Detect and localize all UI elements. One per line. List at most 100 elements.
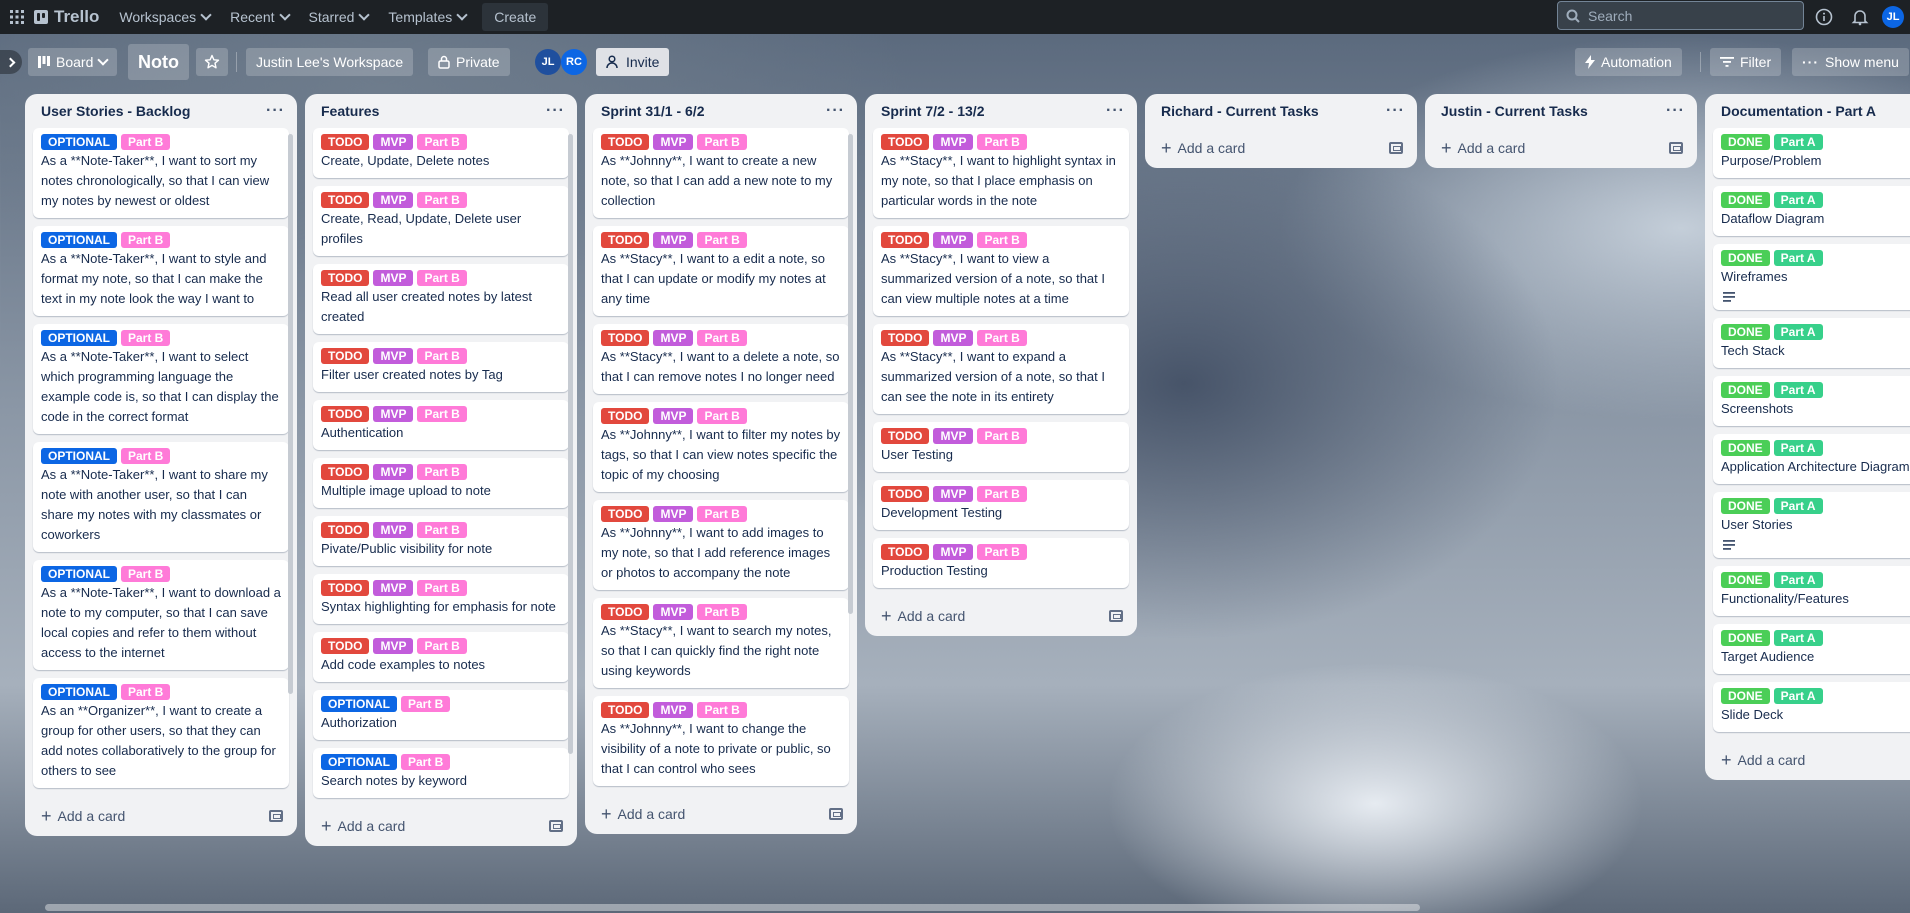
card[interactable]: TODO MVP Part B Read all user created notes… xyxy=(313,264,569,334)
label-part-b[interactable]: Part B xyxy=(121,232,171,248)
label-part-b[interactable]: Part B xyxy=(697,232,747,248)
card[interactable]: TODO MVP Part B As **Stacy**, I want to hig… xyxy=(873,128,1129,218)
add-card-button[interactable]: + Add a card xyxy=(321,817,405,835)
label-optional[interactable]: OPTIONAL xyxy=(41,232,117,248)
card[interactable]: TODO MVP Part B Add code examples to notes xyxy=(313,632,569,682)
list-actions-icon[interactable]: ··· xyxy=(266,102,285,120)
card[interactable]: OPTIONAL Part B Authorization xyxy=(313,690,569,740)
search-input[interactable]: Search xyxy=(1557,1,1804,30)
label-mvp[interactable]: MVP xyxy=(933,544,974,560)
list-title[interactable]: Sprint 31/1 - 6/2 xyxy=(601,103,704,119)
label-optional[interactable]: OPTIONAL xyxy=(41,330,117,346)
invite-button[interactable]: Invite xyxy=(596,48,670,76)
label-todo[interactable]: TODO xyxy=(601,506,650,522)
card[interactable]: TODO MVP Part B Development Testing xyxy=(873,480,1129,530)
card[interactable]: TODO MVP Part B Authentication xyxy=(313,400,569,450)
add-card-button[interactable]: + Add a card xyxy=(41,807,125,825)
label-part-b[interactable]: Part B xyxy=(697,702,747,718)
label-part-a[interactable]: Part A xyxy=(1773,192,1823,208)
workspace-button[interactable]: Justin Lee's Workspace xyxy=(246,48,414,76)
label-part-a[interactable]: Part A xyxy=(1773,382,1823,398)
label-todo[interactable]: TODO xyxy=(601,408,650,424)
list-title[interactable]: Documentation - Part A xyxy=(1721,103,1876,119)
card[interactable]: DONE Part A Screenshots xyxy=(1713,376,1910,426)
label-part-b[interactable]: Part B xyxy=(401,754,451,770)
label-todo[interactable]: TODO xyxy=(321,192,370,208)
card[interactable]: TODO MVP Part B Create, Update, Delete note… xyxy=(313,128,569,178)
label-mvp[interactable]: MVP xyxy=(373,192,414,208)
label-part-b[interactable]: Part B xyxy=(417,406,467,422)
label-part-b[interactable]: Part B xyxy=(121,566,171,582)
label-mvp[interactable]: MVP xyxy=(373,580,414,596)
label-part-b[interactable]: Part B xyxy=(977,544,1027,560)
automation-button[interactable]: Automation xyxy=(1575,48,1682,76)
list-title[interactable]: Sprint 7/2 - 13/2 xyxy=(881,103,984,119)
label-todo[interactable]: TODO xyxy=(321,270,370,286)
label-optional[interactable]: OPTIONAL xyxy=(41,684,117,700)
label-todo[interactable]: TODO xyxy=(321,464,370,480)
label-mvp[interactable]: MVP xyxy=(933,486,974,502)
card[interactable]: DONE Part A Slide Deck xyxy=(1713,682,1910,732)
label-todo[interactable]: TODO xyxy=(881,486,930,502)
label-optional[interactable]: OPTIONAL xyxy=(41,566,117,582)
label-todo[interactable]: TODO xyxy=(601,702,650,718)
card[interactable]: TODO MVP Part B As **Johnny**, I want to ch… xyxy=(593,696,849,786)
list-header[interactable]: Justin - Current Tasks ··· xyxy=(1425,94,1697,128)
label-mvp[interactable]: MVP xyxy=(653,604,694,620)
card[interactable]: OPTIONAL Part B As a **Note-Taker**, I wan… xyxy=(33,226,289,316)
card[interactable]: OPTIONAL Part B As a **Note-Taker**, I wan… xyxy=(33,128,289,218)
label-todo[interactable]: TODO xyxy=(321,522,370,538)
label-done[interactable]: DONE xyxy=(1721,688,1770,704)
label-part-b[interactable]: Part B xyxy=(417,134,467,150)
card[interactable]: OPTIONAL Part B As an **Organizer**, I wan… xyxy=(33,678,289,788)
label-todo[interactable]: TODO xyxy=(881,134,930,150)
label-optional[interactable]: OPTIONAL xyxy=(41,134,117,150)
label-part-b[interactable]: Part B xyxy=(121,134,171,150)
visibility-button[interactable]: Private xyxy=(428,48,510,76)
label-part-b[interactable]: Part B xyxy=(121,684,171,700)
label-done[interactable]: DONE xyxy=(1721,382,1770,398)
board-title[interactable]: Noto xyxy=(128,44,189,80)
card[interactable]: TODO MVP Part B Create, Read, Update, Delet… xyxy=(313,186,569,256)
starred-menu[interactable]: Starred xyxy=(299,3,379,31)
label-todo[interactable]: TODO xyxy=(881,330,930,346)
card[interactable]: DONE Part A Target Audience xyxy=(1713,624,1910,674)
label-todo[interactable]: TODO xyxy=(321,580,370,596)
label-mvp[interactable]: MVP xyxy=(373,270,414,286)
label-part-b[interactable]: Part B xyxy=(697,330,747,346)
star-board-button[interactable] xyxy=(196,48,228,76)
label-part-a[interactable]: Part A xyxy=(1773,134,1823,150)
recent-menu[interactable]: Recent xyxy=(220,3,298,31)
label-todo[interactable]: TODO xyxy=(881,544,930,560)
card[interactable]: DONE Part A Application Architecture Diagr… xyxy=(1713,434,1910,484)
label-part-a[interactable]: Part A xyxy=(1773,630,1823,646)
label-todo[interactable]: TODO xyxy=(321,638,370,654)
label-part-b[interactable]: Part B xyxy=(417,522,467,538)
label-part-b[interactable]: Part B xyxy=(697,134,747,150)
horizontal-scrollbar[interactable] xyxy=(45,904,1420,911)
card[interactable]: TODO MVP Part B As **Stacy**, I want to a d… xyxy=(593,324,849,394)
label-optional[interactable]: OPTIONAL xyxy=(321,696,397,712)
create-from-template-icon[interactable] xyxy=(1669,142,1683,154)
label-optional[interactable]: OPTIONAL xyxy=(41,448,117,464)
card[interactable]: DONE Part A Purpose/Problem xyxy=(1713,128,1910,178)
card[interactable]: TODO MVP Part B As **Stacy**, I want to vie… xyxy=(873,226,1129,316)
label-mvp[interactable]: MVP xyxy=(933,428,974,444)
create-from-template-icon[interactable] xyxy=(1389,142,1403,154)
label-mvp[interactable]: MVP xyxy=(933,330,974,346)
label-done[interactable]: DONE xyxy=(1721,630,1770,646)
label-mvp[interactable]: MVP xyxy=(653,506,694,522)
add-card-button[interactable]: + Add a card xyxy=(1721,751,1805,769)
label-mvp[interactable]: MVP xyxy=(373,522,414,538)
label-done[interactable]: DONE xyxy=(1721,324,1770,340)
label-mvp[interactable]: MVP xyxy=(653,134,694,150)
view-switcher[interactable]: Board xyxy=(28,48,118,76)
label-part-b[interactable]: Part B xyxy=(417,464,467,480)
label-part-b[interactable]: Part B xyxy=(417,348,467,364)
label-part-b[interactable]: Part B xyxy=(697,506,747,522)
card[interactable]: TODO MVP Part B As **Stacy**, I want to a e… xyxy=(593,226,849,316)
card[interactable]: TODO MVP Part B Multiple image upload to no… xyxy=(313,458,569,508)
card[interactable]: TODO MVP Part B Syntax highlighting for emp… xyxy=(313,574,569,624)
label-part-b[interactable]: Part B xyxy=(697,408,747,424)
label-part-a[interactable]: Part A xyxy=(1773,324,1823,340)
